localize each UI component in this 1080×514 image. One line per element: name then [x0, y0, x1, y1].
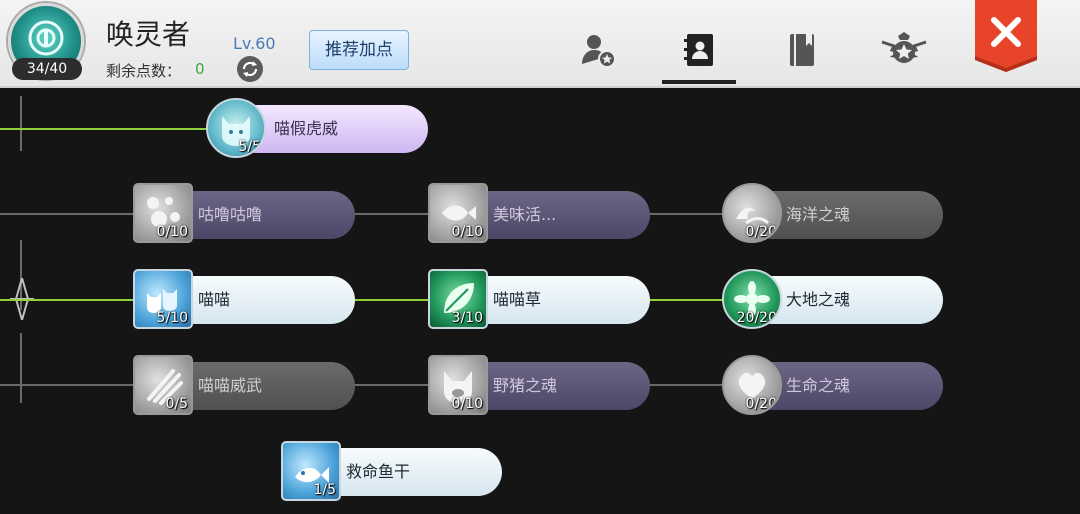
- close-x-icon: [975, 0, 1037, 72]
- tab-contacts[interactable]: [675, 26, 723, 74]
- connector-row1: [0, 128, 232, 130]
- lotus-icon[interactable]: 20/20: [722, 269, 782, 329]
- winged-star-badge-icon: [881, 32, 927, 63]
- cat-face-icon[interactable]: 5/5: [206, 98, 266, 158]
- skill-count: 0/10: [451, 396, 483, 412]
- dried-fish-icon[interactable]: 1/5: [281, 441, 341, 501]
- character-star-icon: [582, 35, 616, 68]
- skill-name: 生命之魂: [786, 376, 851, 395]
- skill-count: 0/5: [165, 396, 188, 412]
- remaining-points-value: 0: [195, 60, 205, 78]
- remaining-points-label: 剩余点数：: [106, 62, 182, 80]
- tree-spine-lower: [20, 333, 22, 403]
- skill-count: 3/10: [451, 310, 483, 326]
- skill-name: 救命鱼干: [346, 462, 411, 481]
- character-level: Lv.60: [233, 34, 276, 53]
- skill-name: 喵喵威武: [198, 376, 263, 395]
- bubbles-cat-icon[interactable]: 0/10: [133, 183, 193, 243]
- skill-count: 5/5: [238, 139, 261, 155]
- skill-count: 0/10: [156, 224, 188, 240]
- heart-icon[interactable]: 0/20: [722, 355, 782, 415]
- refresh-button[interactable]: [237, 56, 263, 82]
- fish-food-icon[interactable]: 0/10: [428, 183, 488, 243]
- skill-name: 野猪之魂: [493, 376, 558, 395]
- boar-icon[interactable]: 0/10: [428, 355, 488, 415]
- active-tab-indicator: [662, 80, 736, 84]
- skill-name: 喵假虎威: [274, 119, 339, 138]
- refresh-icon: [242, 61, 258, 77]
- character-name: 唤灵者: [106, 18, 191, 51]
- skill-count: 1/5: [313, 482, 336, 498]
- skill-count: 0/20: [745, 224, 777, 240]
- tab-book[interactable]: [778, 26, 826, 74]
- wave-icon[interactable]: 0/20: [722, 183, 782, 243]
- skill-count: 0/10: [451, 224, 483, 240]
- leaf-icon[interactable]: 3/10: [428, 269, 488, 329]
- spirit-emblem-icon: [28, 20, 64, 56]
- close-button[interactable]: [975, 0, 1037, 72]
- top-bar: 34/40 唤灵者 剩余点数： 0 Lv.60 推荐加点: [0, 0, 1080, 88]
- tab-character[interactable]: [574, 26, 622, 74]
- book-icon: [790, 34, 814, 66]
- cats-icon[interactable]: 5/10: [133, 269, 193, 329]
- skill-name: 美味活...: [493, 205, 557, 224]
- tree-spine-top: [20, 96, 22, 151]
- contacts-book-icon: [684, 34, 713, 66]
- claw-icon[interactable]: 0/5: [133, 355, 193, 415]
- skill-count: 5/10: [156, 310, 188, 326]
- skill-tree: 喵假虎威 5/5 咕噜咕噜 0/10 美味活... 0/10 海洋之魂 0/20…: [0, 88, 1080, 514]
- skill-name: 大地之魂: [786, 290, 851, 309]
- skill-name: 咕噜咕噜: [198, 205, 263, 224]
- skill-name: 喵喵草: [493, 290, 542, 309]
- skill-name: 喵喵: [198, 290, 231, 309]
- skill-count: 20/20: [736, 310, 777, 326]
- skill-name: 海洋之魂: [786, 205, 851, 224]
- recommend-points-button[interactable]: 推荐加点: [309, 30, 409, 70]
- skill-count: 0/20: [745, 396, 777, 412]
- avatar-level-count: 34/40: [12, 58, 82, 80]
- tab-honor[interactable]: [880, 26, 928, 74]
